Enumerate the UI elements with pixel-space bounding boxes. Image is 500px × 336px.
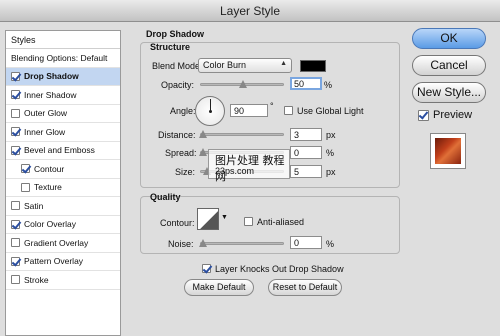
style-checkbox[interactable] (11, 71, 20, 81)
styles-item-label: Pattern Overlay (24, 256, 84, 267)
structure-title: Structure (150, 42, 191, 52)
spread-unit: % (326, 148, 335, 158)
style-checkbox[interactable] (11, 275, 20, 285)
distance-slider[interactable] (199, 130, 284, 138)
knockout-label: Layer Knocks Out Drop Shadow (215, 264, 344, 274)
slider-thumb-icon[interactable] (239, 80, 247, 88)
preview-thumbnail (430, 133, 466, 169)
watermark: 图片处理 教程网 23ps.com (208, 149, 290, 183)
styles-item-blending-options-default[interactable]: Blending Options: Default (6, 49, 120, 68)
blend-mode-value: Color Burn (203, 60, 247, 70)
styles-item-gradient-overlay[interactable]: Gradient Overlay (6, 234, 120, 253)
distance-field[interactable]: 3 (290, 128, 322, 141)
make-default-button[interactable]: Make Default (184, 279, 254, 296)
new-style-button[interactable]: New Style... (412, 82, 486, 103)
distance-label: Distance: (158, 130, 196, 140)
style-checkbox[interactable] (21, 182, 30, 192)
styles-list: Styles Blending Options: Default Drop Sha… (5, 30, 121, 336)
styles-item-label: Inner Shadow (24, 89, 77, 100)
style-checkbox[interactable] (11, 219, 20, 229)
title-bar: Layer Style (0, 0, 500, 22)
contour-curve-icon[interactable] (197, 208, 219, 230)
reset-default-button[interactable]: Reset to Default (268, 279, 342, 296)
noise-label: Noise: (168, 239, 194, 249)
styles-item-label: Inner Glow (24, 126, 66, 137)
style-checkbox[interactable] (11, 238, 20, 248)
styles-item-inner-glow[interactable]: Inner Glow (6, 123, 120, 142)
shadow-color-swatch[interactable] (300, 60, 326, 72)
opacity-field[interactable]: 50 (290, 77, 322, 90)
global-light-label: Use Global Light (297, 106, 364, 116)
style-checkbox[interactable] (11, 256, 20, 266)
blend-mode-select[interactable]: Color Burn ▲ (198, 58, 292, 73)
layer-style-dialog: Layer Style Styles Blending Options: Def… (0, 0, 500, 336)
styles-header: Styles (6, 31, 120, 49)
slider-thumb-icon[interactable] (199, 148, 207, 156)
anti-aliased-checkbox[interactable] (244, 217, 253, 226)
noise-unit: % (326, 239, 335, 249)
angle-unit: ° (270, 101, 274, 111)
angle-field[interactable]: 90 (230, 104, 268, 117)
styles-item-contour[interactable]: Contour (6, 160, 120, 179)
preview-image (435, 138, 461, 164)
watermark-text-2: 23ps.com (215, 166, 255, 176)
angle-dial-icon[interactable] (195, 96, 225, 126)
styles-item-label: Drop Shadow (24, 71, 79, 82)
contour-dropdown-icon[interactable]: ▼ (221, 214, 228, 221)
spread-label: Spread: (165, 148, 197, 158)
size-unit: px (326, 167, 336, 177)
styles-item-color-overlay[interactable]: Color Overlay (6, 216, 120, 234)
preview-label: Preview (433, 109, 473, 121)
styles-item-label: Gradient Overlay (24, 237, 89, 248)
style-checkbox[interactable] (11, 108, 20, 118)
angle-dial-center (209, 110, 212, 113)
section-title: Drop Shadow (146, 29, 204, 39)
styles-item-texture[interactable]: Texture (6, 179, 120, 197)
size-label: Size: (175, 167, 196, 177)
slider-thumb-icon[interactable] (199, 239, 207, 247)
spread-field[interactable]: 0 (290, 146, 322, 159)
styles-item-label: Texture (34, 182, 62, 193)
styles-item-label: Bevel and Emboss (24, 145, 95, 156)
style-checkbox[interactable] (11, 90, 20, 100)
styles-item-pattern-overlay[interactable]: Pattern Overlay (6, 253, 120, 271)
styles-item-label: Blending Options: Default (11, 52, 108, 63)
styles-item-label: Color Overlay (24, 219, 76, 230)
opacity-slider[interactable] (200, 80, 284, 88)
opacity-label: Opacity: (161, 80, 195, 90)
styles-item-outer-glow[interactable]: Outer Glow (6, 105, 120, 123)
knockout-checkbox[interactable] (202, 264, 211, 273)
blend-mode-label: Blend Mode: (152, 61, 203, 71)
distance-unit: px (326, 130, 336, 140)
styles-item-inner-shadow[interactable]: Inner Shadow (6, 86, 120, 105)
slider-thumb-icon[interactable] (199, 130, 207, 138)
cancel-button[interactable]: Cancel (412, 55, 486, 76)
style-checkbox[interactable] (21, 164, 30, 174)
angle-label: Angle: (170, 106, 196, 116)
contour-label: Contour: (160, 218, 195, 228)
style-checkbox[interactable] (11, 201, 20, 211)
styles-item-label: Contour (34, 163, 65, 174)
styles-item-satin[interactable]: Satin (6, 197, 120, 216)
noise-slider[interactable] (199, 239, 284, 247)
styles-item-label: Stroke (24, 274, 49, 285)
styles-item-stroke[interactable]: Stroke (6, 271, 120, 290)
styles-item-bevel-and-emboss[interactable]: Bevel and Emboss (6, 142, 120, 160)
anti-aliased-label: Anti-aliased (257, 217, 305, 227)
style-checkbox[interactable] (11, 145, 20, 155)
opacity-unit: % (324, 80, 333, 90)
global-light-checkbox[interactable] (284, 106, 293, 115)
ok-button[interactable]: OK (412, 28, 486, 49)
window-title: Layer Style (219, 4, 281, 18)
quality-title: Quality (150, 192, 181, 202)
preview-checkbox[interactable] (418, 110, 429, 121)
style-checkbox[interactable] (11, 127, 20, 137)
styles-item-label: Satin (24, 200, 44, 211)
size-field[interactable]: 5 (290, 165, 322, 178)
styles-item-drop-shadow[interactable]: Drop Shadow (6, 67, 120, 86)
noise-field[interactable]: 0 (290, 236, 322, 249)
dropdown-arrow-icon: ▲ (280, 60, 287, 67)
styles-item-label: Outer Glow (24, 108, 67, 119)
